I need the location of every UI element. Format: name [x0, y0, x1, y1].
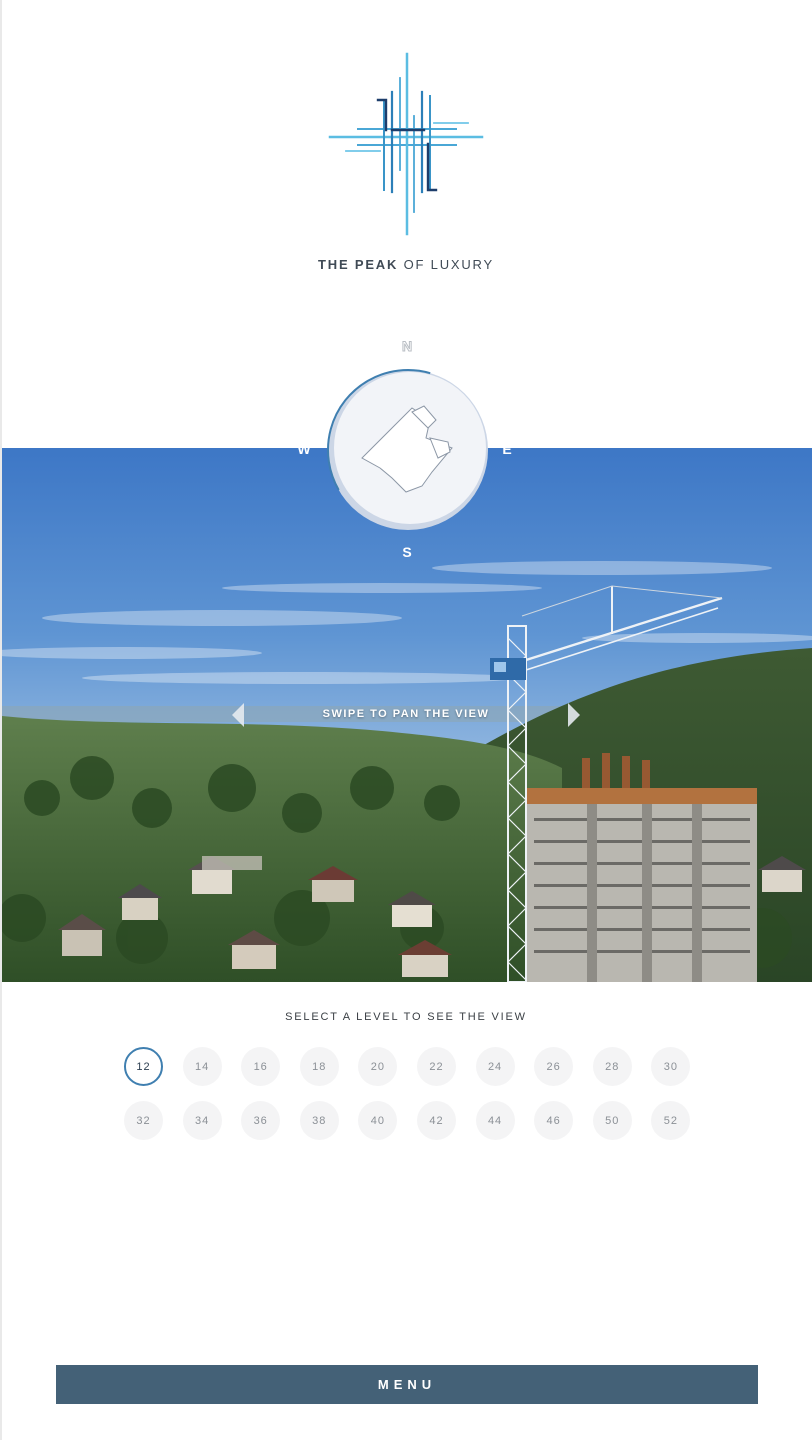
level-selector-title: SELECT A LEVEL TO SEE THE VIEW: [285, 1011, 527, 1023]
level-button[interactable]: 14: [182, 1047, 222, 1086]
compass-east-label: E: [502, 441, 512, 457]
level-button[interactable]: 34: [182, 1101, 222, 1140]
level-button[interactable]: 30: [651, 1047, 691, 1086]
level-button[interactable]: 38: [299, 1101, 339, 1140]
tagline-rest: OF LUXURY: [403, 257, 494, 272]
level-button[interactable]: 16: [241, 1047, 281, 1086]
pan-right-arrow-icon[interactable]: [568, 703, 580, 727]
level-selector: 12 14 16 18 20 22 24 26 28 30 32 34 36 38 40 42 44 46 50 52: [124, 1047, 691, 1140]
level-button[interactable]: 40: [358, 1101, 398, 1140]
level-button[interactable]: 46: [534, 1101, 574, 1140]
level-button[interactable]: 44: [475, 1101, 515, 1140]
level-button[interactable]: 22: [416, 1047, 456, 1086]
level-button[interactable]: 12: [124, 1047, 163, 1086]
compass-north-label: N: [401, 338, 413, 355]
compass-west-label: W: [297, 441, 311, 457]
pan-hint-text: SWIPE TO PAN THE VIEW: [322, 708, 490, 720]
level-button[interactable]: 52: [651, 1101, 691, 1140]
brand-logo: [328, 52, 484, 236]
compass-south-label: S: [402, 544, 412, 560]
compass-dial[interactable]: [326, 368, 490, 532]
tagline-strong: THE PEAK: [318, 257, 399, 272]
level-button[interactable]: 18: [299, 1047, 339, 1086]
brand-tagline: THE PEAK OF LUXURY: [0, 257, 812, 272]
level-button[interactable]: 26: [534, 1047, 574, 1086]
level-button[interactable]: 24: [475, 1047, 515, 1086]
level-button[interactable]: 50: [592, 1101, 632, 1140]
level-button[interactable]: 42: [416, 1101, 456, 1140]
level-button[interactable]: 20: [358, 1047, 398, 1086]
level-button[interactable]: 36: [241, 1101, 281, 1140]
level-button[interactable]: 32: [124, 1101, 163, 1140]
level-button[interactable]: 28: [592, 1047, 632, 1086]
menu-button[interactable]: MENU: [56, 1365, 758, 1404]
